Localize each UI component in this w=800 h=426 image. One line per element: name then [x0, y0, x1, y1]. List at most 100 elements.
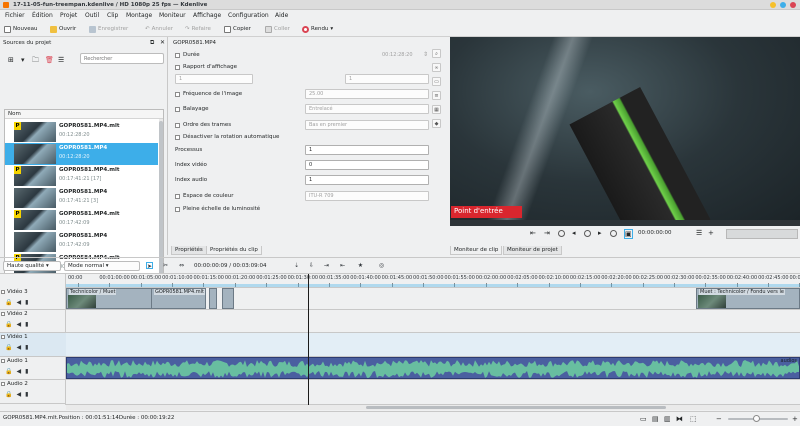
track-controls[interactable]: 🔒◀▮	[5, 299, 32, 306]
copy-button[interactable]: Copier	[224, 24, 251, 34]
add-clip-icon[interactable]: ⊞	[8, 56, 14, 64]
forward-icon[interactable]	[610, 230, 617, 237]
bin-clip-row[interactable]: GOPR0581.MP4 00:17:42:09	[5, 231, 158, 253]
track-name[interactable]: Audio 2	[7, 381, 28, 387]
prev-frame-icon[interactable]: ◂	[572, 229, 576, 237]
link-icon[interactable]: ∞	[432, 63, 441, 72]
list-icon[interactable]: ≡	[432, 91, 441, 100]
track-select-checkbox[interactable]	[1, 359, 5, 363]
track-controls[interactable]: 🔒◀▮	[5, 368, 32, 375]
track-audio-1[interactable]: audios	[66, 357, 800, 380]
fullscreen-icon[interactable]: ▣	[624, 229, 633, 239]
threads-spinbox[interactable]: 1	[305, 145, 429, 155]
zoom-slider-handle[interactable]	[753, 415, 760, 422]
marker-icon[interactable]: ◆	[432, 119, 441, 128]
zoom-in-icon[interactable]: +	[792, 415, 798, 423]
insert-icon[interactable]: ⇣	[293, 262, 300, 269]
colorspace-row[interactable]: Espace de couleur	[175, 191, 234, 201]
bin-clip-row[interactable]: P GOPR0581.MP4.mlt 00:17:41:21 [17]	[5, 165, 158, 187]
bin-column-header[interactable]: Nom	[5, 110, 163, 119]
rewind-icon[interactable]	[558, 230, 565, 237]
track-name[interactable]: Vidéo 3	[7, 289, 28, 295]
audio-thumb-icon[interactable]: ▥	[664, 415, 671, 423]
delete-icon[interactable]: 🗑	[45, 56, 54, 64]
next-frame-icon[interactable]: ▸	[598, 229, 602, 237]
timeline-clip[interactable]: GOPR0581.MP4.mlt	[151, 288, 206, 309]
rotation-checkbox[interactable]	[175, 134, 180, 140]
track-name[interactable]: Vidéo 2	[7, 311, 28, 317]
aspect-checkbox[interactable]	[175, 64, 180, 70]
colorspace-checkbox[interactable]	[175, 193, 180, 199]
keyframe-icon[interactable]: ▭	[640, 415, 647, 423]
track-name[interactable]: Vidéo 1	[7, 334, 28, 340]
fit-zoom-icon[interactable]: ⬚	[690, 415, 697, 423]
fps-row[interactable]: Fréquence de l'image	[175, 89, 242, 99]
timeline-scrollbar[interactable]	[66, 405, 800, 410]
field-order-row[interactable]: Ordre des trames	[175, 120, 231, 130]
track-video-2[interactable]	[66, 310, 800, 333]
audio-index-spinbox[interactable]: 1	[305, 175, 429, 185]
full-range-row[interactable]: Pleine échelle de luminosité	[175, 204, 260, 214]
track-select-checkbox[interactable]	[1, 382, 5, 386]
extract-icon[interactable]: ⇥	[323, 262, 330, 269]
video-preview[interactable]: Point d'entrée	[450, 37, 800, 220]
track-video-1[interactable]	[66, 333, 800, 357]
menu-aide[interactable]: Aide	[275, 12, 288, 19]
set-out-icon[interactable]: ⇥	[544, 229, 550, 237]
scan-checkbox[interactable]	[175, 106, 180, 112]
monitor-timecode[interactable]: 00:00:00:00	[638, 230, 680, 239]
close-icon[interactable]: ✕	[160, 39, 165, 46]
track-select-checkbox[interactable]	[1, 290, 5, 294]
save-button[interactable]: Enregistrer	[89, 24, 128, 34]
menu-outil[interactable]: Outil	[85, 12, 99, 19]
field-order-checkbox[interactable]	[175, 122, 180, 128]
chevron-down-icon[interactable]: ▾	[21, 56, 25, 64]
rotation-row[interactable]: Désactiver la rotation automatique	[175, 132, 279, 142]
open-button[interactable]: Ouvrir	[50, 24, 76, 34]
zoom-icon[interactable]: ⌕	[432, 49, 441, 58]
audio-clip[interactable]: audios	[66, 357, 800, 379]
tab-clip-monitor[interactable]: Moniteur de clip	[450, 246, 503, 255]
aspect-den-field[interactable]: 1	[345, 74, 429, 84]
zoom-out-icon[interactable]: −	[716, 415, 722, 423]
menu-clip[interactable]: Clip	[107, 12, 118, 19]
frame-icon[interactable]: ▭	[432, 77, 441, 86]
track-video-3[interactable]: Technicolor / Muet GOPR0581.MP4.mlt Muet…	[66, 288, 800, 310]
folder-icon[interactable]: 🗀	[32, 56, 39, 67]
bin-clip-row[interactable]: GOPR0581.MP4 00:12:28:20	[5, 143, 158, 165]
spacer-tool-icon[interactable]: ⇔	[178, 262, 185, 269]
close-button[interactable]	[790, 2, 796, 8]
grid-icon[interactable]: ▦	[432, 105, 441, 114]
track-controls[interactable]: 🔒◀▮	[5, 344, 32, 351]
view-settings-icon[interactable]: ◎	[378, 262, 385, 269]
menu-montage[interactable]: Montage	[126, 12, 152, 19]
tab-properties[interactable]: Propriétés	[171, 246, 207, 255]
overwrite-icon[interactable]: ⇩	[308, 262, 315, 269]
aspect-row[interactable]: Rapport d'affichage	[175, 62, 237, 72]
menu-fichier[interactable]: Fichier	[5, 12, 25, 19]
timeline-clip[interactable]	[222, 288, 234, 309]
thumbnail-icon[interactable]: ▤	[652, 415, 659, 423]
playhead[interactable]	[308, 274, 309, 405]
zoom-slider[interactable]	[728, 415, 788, 422]
preview-quality-select[interactable]: Haute qualité ▾	[3, 261, 61, 271]
timeline-zone[interactable]	[66, 284, 800, 287]
field-order-select[interactable]: Bas en premier	[305, 120, 429, 130]
video-index-spinbox[interactable]: 0	[305, 160, 429, 170]
menu-projet[interactable]: Projet	[60, 12, 77, 19]
paste-button[interactable]: Coller	[265, 24, 290, 34]
timeline-clip[interactable]: Muet : Technicolor / Fondu vers le	[696, 288, 800, 309]
track-controls[interactable]: 🔒◀▮	[5, 391, 32, 398]
lift-icon[interactable]: ⇤	[339, 262, 346, 269]
set-in-icon[interactable]: ⇤	[530, 229, 536, 237]
edit-mode-select[interactable]: Mode normal ▾	[64, 261, 140, 271]
new-button[interactable]: Nouveau	[4, 24, 37, 34]
timeline-scroll-handle[interactable]	[366, 406, 666, 409]
track-controls[interactable]: 🔒◀▮	[5, 321, 32, 328]
zoom-icon[interactable]: +	[708, 229, 714, 237]
maximize-button[interactable]	[780, 2, 786, 8]
track-select-checkbox[interactable]	[1, 312, 5, 316]
menu-affichage[interactable]: Affichage	[193, 12, 221, 19]
colorspace-select[interactable]: ITU-R 709	[305, 191, 429, 201]
full-range-checkbox[interactable]	[175, 206, 180, 212]
